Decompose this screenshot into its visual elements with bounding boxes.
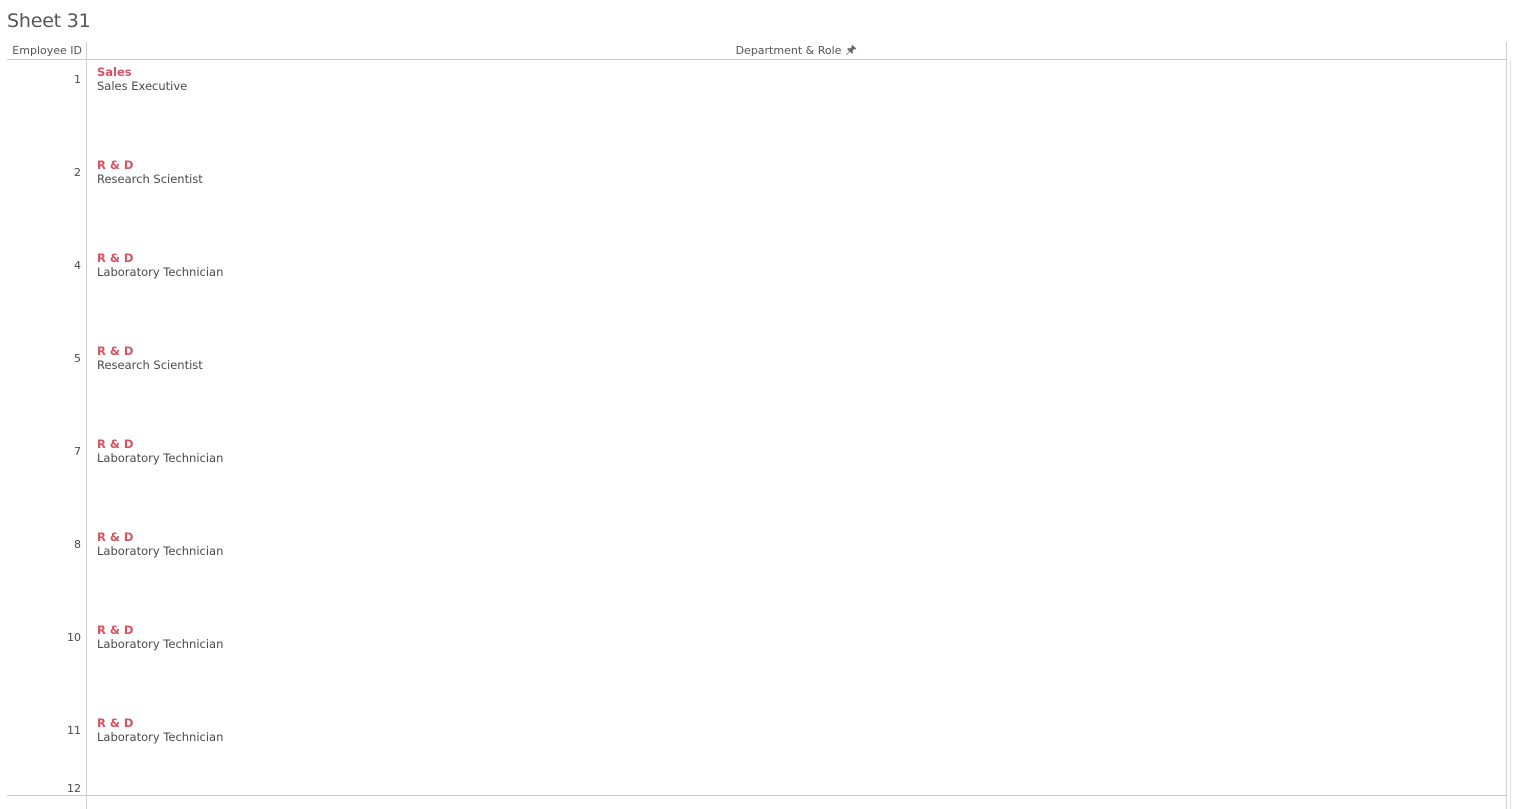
department-cell: R & D	[97, 344, 134, 358]
department-cell: R & D	[97, 251, 134, 265]
pin-icon[interactable]	[845, 44, 857, 56]
employee-id-cell: 1	[74, 73, 81, 86]
department-cell: R & D	[97, 158, 134, 172]
role-cell: Laboratory Technician	[97, 544, 224, 558]
table-row[interactable]: 10 R & D Laboratory Technician	[7, 618, 1506, 711]
table-row[interactable]: 5 R & D Research Scientist	[7, 339, 1506, 432]
role-cell: Laboratory Technician	[97, 637, 224, 651]
employee-id-cell: 7	[74, 445, 81, 458]
employee-id-cell: 8	[74, 538, 81, 551]
role-cell: Laboratory Technician	[97, 451, 224, 465]
role-cell: Laboratory Technician	[97, 265, 224, 279]
department-cell: Sales	[97, 65, 132, 79]
employee-id-cell: 12	[67, 782, 81, 795]
department-cell: R & D	[97, 716, 134, 730]
table-header: Employee ID Department & Role	[7, 42, 1506, 60]
table-row[interactable]: 7 R & D Laboratory Technician	[7, 432, 1506, 525]
employee-id-cell: 10	[67, 631, 81, 644]
column-header-department-role[interactable]: Department & Role	[87, 42, 1506, 59]
table-row[interactable]: 2 R & D Research Scientist	[7, 153, 1506, 246]
scrollbar-track[interactable]	[1510, 60, 1511, 809]
table-row[interactable]: 4 R & D Laboratory Technician	[7, 246, 1506, 339]
role-cell: Sales Executive	[97, 79, 188, 93]
sheet-title: Sheet 31	[7, 10, 91, 32]
table-row[interactable]: 1 Sales Sales Executive	[7, 60, 1506, 153]
table-row[interactable]: 8 R & D Laboratory Technician	[7, 525, 1506, 618]
role-cell: Research Scientist	[97, 172, 203, 186]
column-header-department-role-label: Department & Role	[735, 44, 842, 57]
department-cell: R & D	[97, 530, 134, 544]
role-cell: Research Scientist	[97, 358, 203, 372]
employee-id-cell: 2	[74, 166, 81, 179]
department-cell: R & D	[97, 623, 134, 637]
employee-id-cell: 5	[74, 352, 81, 365]
department-cell: R & D	[97, 437, 134, 451]
column-divider-right	[1506, 42, 1507, 809]
table-bottom-border	[7, 795, 1506, 796]
role-cell: Laboratory Technician	[97, 730, 224, 744]
employee-id-cell: 4	[74, 259, 81, 272]
employee-id-cell: 11	[67, 724, 81, 737]
table-row[interactable]: 12	[7, 770, 1506, 795]
column-header-employee-id[interactable]: Employee ID	[7, 42, 82, 59]
